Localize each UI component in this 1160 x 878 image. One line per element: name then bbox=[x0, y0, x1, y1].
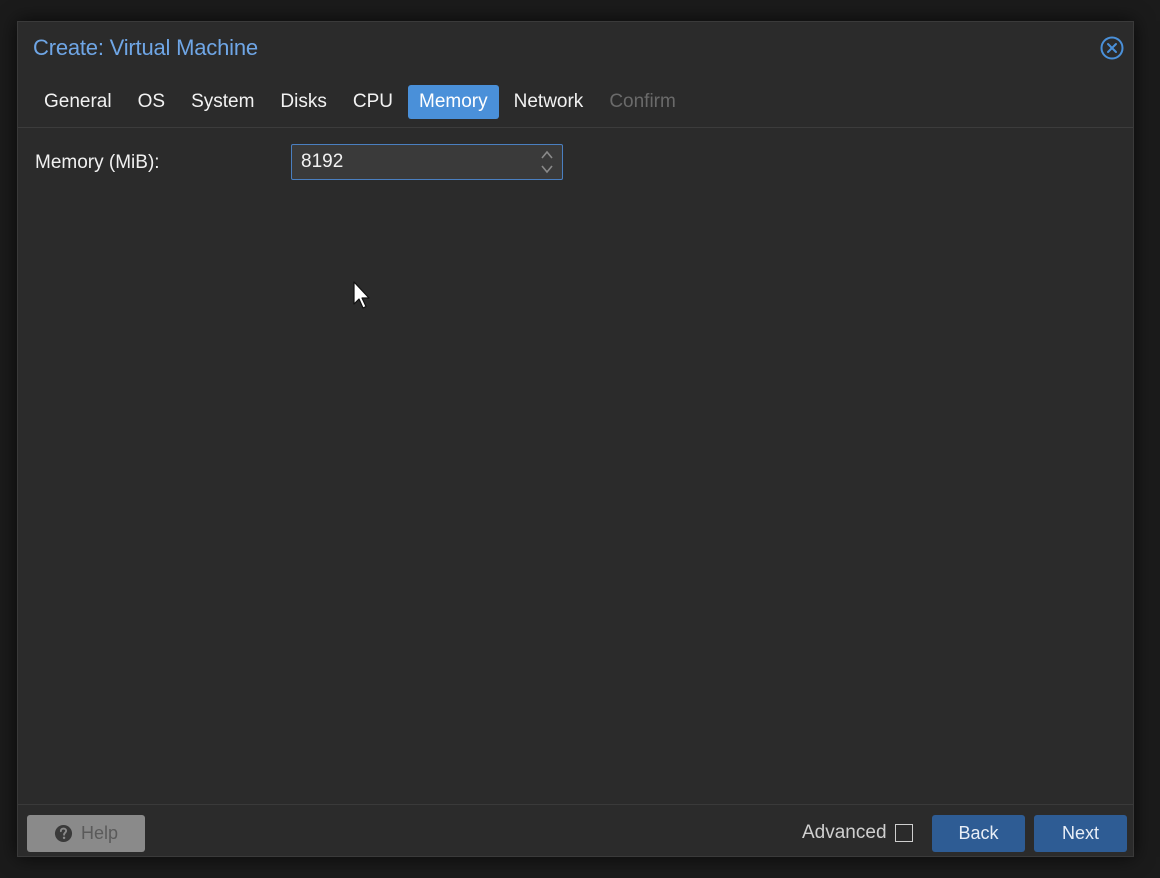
next-button[interactable]: Next bbox=[1034, 815, 1127, 852]
memory-label: Memory (MiB): bbox=[35, 152, 160, 173]
tab-os[interactable]: OS bbox=[127, 85, 176, 119]
back-button[interactable]: Back bbox=[932, 815, 1025, 852]
close-circle-icon bbox=[1100, 36, 1124, 60]
create-vm-dialog: Create: Virtual Machine General OS Syste… bbox=[17, 21, 1134, 857]
spinner-arrows-icon[interactable] bbox=[540, 149, 554, 175]
tabs-divider bbox=[18, 127, 1133, 128]
tab-confirm: Confirm bbox=[609, 91, 676, 112]
tab-memory[interactable]: Memory bbox=[408, 85, 499, 119]
tab-cpu[interactable]: CPU bbox=[342, 85, 404, 119]
tab-disks[interactable]: Disks bbox=[269, 85, 337, 119]
advanced-checkbox[interactable] bbox=[894, 824, 913, 842]
memory-input[interactable] bbox=[292, 145, 540, 179]
help-label: Help bbox=[80, 823, 119, 843]
close-button[interactable] bbox=[1100, 36, 1124, 60]
wizard-tabs: General OS System Disks CPU Memory Netwo… bbox=[33, 84, 691, 120]
help-button[interactable]: Help bbox=[27, 815, 145, 852]
tab-network[interactable]: Network bbox=[503, 85, 595, 119]
tab-system[interactable]: System bbox=[180, 85, 265, 119]
memory-field[interactable] bbox=[291, 144, 563, 180]
question-circle-icon bbox=[54, 824, 73, 843]
dialog-title: Create: Virtual Machine bbox=[33, 35, 258, 60]
advanced-toggle[interactable]: Advanced bbox=[802, 822, 913, 844]
mouse-pointer-icon bbox=[353, 281, 370, 309]
footer-divider bbox=[18, 804, 1133, 805]
advanced-label: Advanced bbox=[802, 822, 887, 843]
tab-general[interactable]: General bbox=[33, 85, 123, 119]
